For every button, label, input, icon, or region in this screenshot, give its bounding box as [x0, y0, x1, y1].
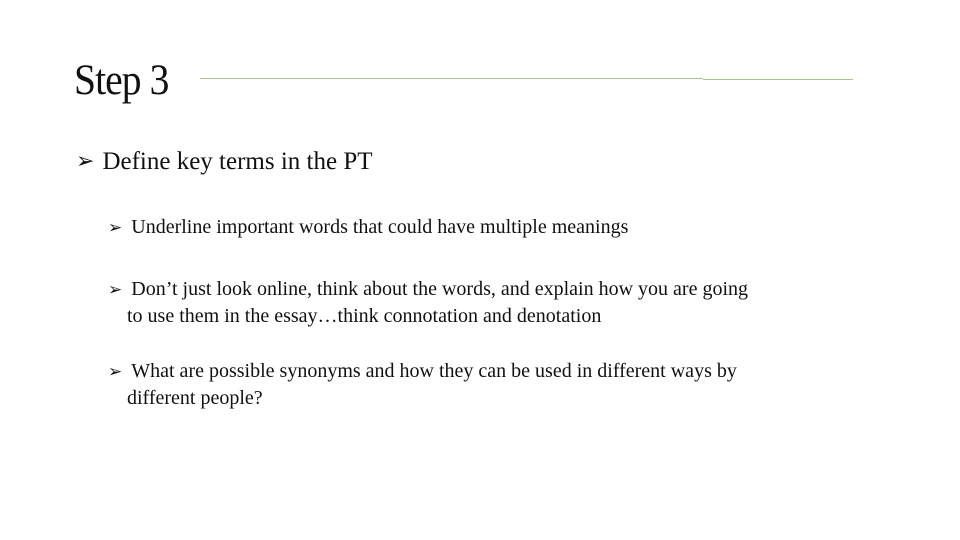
main-bullet: ➢ Define key terms in the PT [76, 146, 373, 178]
sub-bullet: ➢ What are possible synonyms and how they… [108, 358, 898, 411]
arrow-bullet-icon: ➢ [76, 149, 95, 174]
arrow-bullet-icon: ➢ [108, 218, 123, 238]
arrow-bullet-icon: ➢ [108, 362, 123, 382]
sub-bullet-text-continued: different people? [127, 387, 263, 409]
arrow-bullet-icon: ➢ [108, 280, 123, 300]
sub-bullet-text: Don’t just look online, think about the … [131, 278, 749, 300]
main-bullet-text: Define key terms in the PT [102, 148, 373, 175]
sub-bullet-text: What are possible synonyms and how they … [131, 360, 737, 382]
title-divider-right [703, 79, 853, 80]
sub-bullet: ➢ Underline important words that could ha… [108, 214, 898, 241]
slide-title: Step 3 [74, 57, 169, 104]
sub-bullet-text: Underline important words that could hav… [131, 216, 629, 238]
sub-bullet-text-continued: to use them in the essay…think connotati… [127, 305, 602, 327]
title-divider-left [200, 78, 703, 79]
sub-bullet: ➢ Don’t just look online, think about the… [108, 276, 898, 329]
